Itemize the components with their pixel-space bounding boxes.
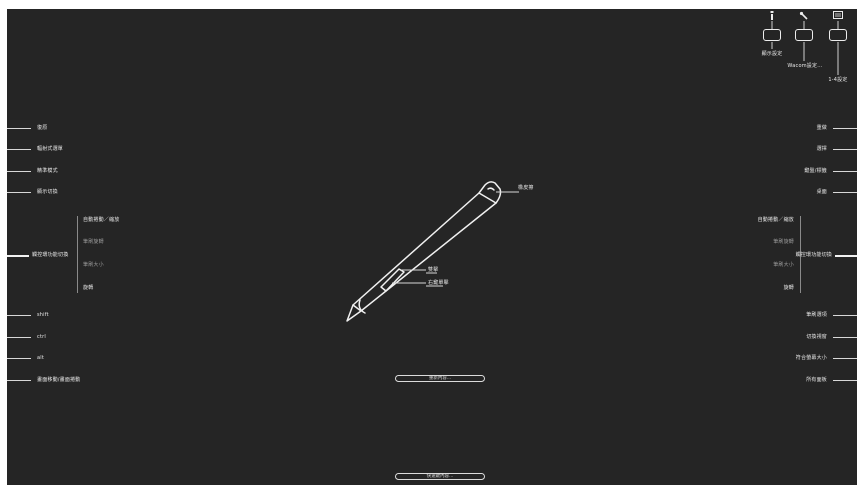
pen-lower-button-label[interactable]: 右鍵單擊 (428, 280, 449, 286)
wacom-tablet-settings-panel: 顯示設定 Wacom設定... 1-4設定 復原 輻射式選單 精準模式 顯示切換… (7, 9, 857, 485)
pen-upper-button-label[interactable]: 雙擊 (428, 267, 438, 273)
pen-eraser-label[interactable]: 橡皮擦 (518, 185, 534, 191)
settings-content-button[interactable]: 重新內容... (395, 375, 485, 382)
shortcut-content-button[interactable]: 快速鍵內容... (395, 473, 485, 480)
pen-illustration (346, 181, 519, 322)
